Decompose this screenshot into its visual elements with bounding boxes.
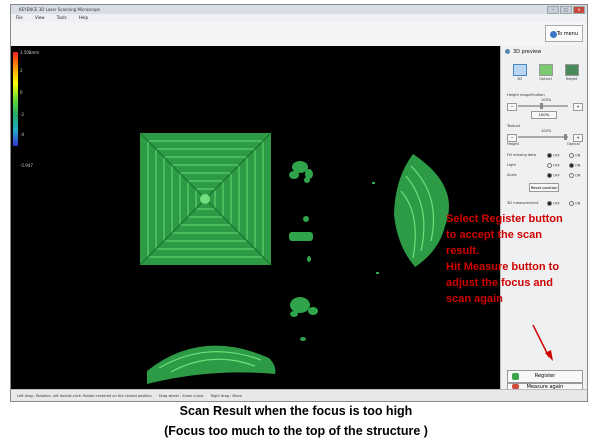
status-bar: Left drag : Rotation, left double-click:… [11, 389, 587, 401]
panel-title: 3D preview [513, 49, 542, 55]
3d-icon [512, 64, 527, 76]
height-icon [564, 64, 579, 76]
scale-off-radio[interactable]: OFF [547, 173, 560, 178]
radio-label: ON [575, 173, 581, 178]
measurement-on-radio[interactable]: ON [569, 201, 580, 206]
minus-button[interactable]: − [507, 134, 517, 142]
window-title: KEYENCE 3D Laser Scanning Microscope [19, 7, 100, 12]
mode-3d-button[interactable]: 3D [509, 64, 530, 82]
menu-bar: File View Tools Help [11, 14, 587, 22]
toolbar: To menu [11, 22, 587, 47]
light-off-radio[interactable]: OFF [547, 163, 560, 168]
height-magnification-value: 100% [541, 98, 552, 102]
register-label: Register [534, 373, 556, 379]
reset-magnification-button[interactable]: 100% [531, 111, 557, 119]
view-mode-group: 3D Optical Height [509, 64, 582, 82]
title-bar: KEYENCE 3D Laser Scanning Microscope – □… [11, 5, 587, 14]
light-label: Light [507, 163, 516, 167]
height-magnification-label: Height magnification [507, 93, 545, 97]
plus-button[interactable]: + [573, 103, 583, 111]
mode-label: Height [565, 77, 578, 81]
close-button[interactable]: × [573, 6, 585, 14]
plus-button[interactable]: + [573, 134, 583, 142]
menu-file[interactable]: File [16, 15, 23, 20]
menu-tools[interactable]: Tools [57, 15, 67, 20]
fill-missing-on-radio[interactable]: ON [569, 153, 580, 158]
globe-icon [550, 31, 557, 38]
bottom-dome-structure [147, 345, 276, 384]
annotation-line: Select Register button [446, 213, 563, 225]
menu-help[interactable]: Help [79, 15, 88, 20]
measurement-off-radio[interactable]: OFF [547, 201, 560, 206]
height-magnification-slider[interactable] [518, 105, 568, 107]
texture-slider[interactable] [518, 136, 568, 138]
light-on-radio[interactable]: ON [569, 163, 580, 168]
3d-viewport[interactable]: 3.508mm 2 0 -2 -4 -5.947 [11, 46, 500, 389]
to-menu-label: To menu [556, 31, 578, 37]
slider-thumb[interactable] [564, 134, 567, 140]
caption-line-1: Scan Result when the focus is too high [179, 404, 413, 418]
right-dome-structure [394, 154, 449, 267]
radio-label: OFF [553, 153, 560, 158]
minimize-button[interactable]: – [547, 6, 559, 14]
texture-label: Texture [507, 124, 521, 128]
scale-label: Scale [507, 173, 517, 177]
mode-label: Optical [539, 77, 552, 81]
to-menu-button[interactable]: To menu [545, 25, 583, 42]
radio-label: OFF [553, 173, 560, 178]
fill-missing-off-radio[interactable]: OFF [547, 153, 560, 158]
arrow-icon [532, 324, 553, 361]
optical-icon [538, 64, 553, 76]
texture-value: 100% [541, 129, 552, 133]
check-icon [512, 373, 519, 380]
preview-icon [505, 49, 510, 54]
caption-line-2: (Focus too much to the top of the struct… [164, 424, 428, 438]
reset-position-button[interactable]: Reset position [529, 183, 559, 192]
mode-label: 3D [517, 77, 522, 81]
maximize-button[interactable]: □ [560, 6, 572, 14]
radio-label: ON [575, 163, 581, 168]
radio-label: OFF [553, 163, 560, 168]
status-wheel: Drag wheel : Zoom in/out [158, 394, 204, 398]
scan-fragments [289, 161, 379, 341]
texture-left-label: Height [507, 142, 519, 146]
radio-label: ON [575, 153, 581, 158]
3d-measurement-label: 3D measurement [507, 201, 539, 205]
scale-on-radio[interactable]: ON [569, 173, 580, 178]
pyramid-structure [139, 132, 272, 266]
reset-position-label: Reset position [530, 185, 558, 190]
minus-button[interactable]: − [507, 103, 517, 111]
radio-label: OFF [553, 201, 560, 206]
panel-header: 3D preview [505, 49, 541, 55]
register-button[interactable]: Register [507, 370, 583, 383]
status-right-drag: Right drag : Move [210, 394, 242, 398]
annotation-line: Hit Measure button to [446, 261, 560, 273]
status-left-drag: Left drag : Rotation, left double-click:… [17, 394, 152, 398]
menu-view[interactable]: View [35, 15, 45, 20]
fill-missing-label: Fill missing data [507, 153, 536, 157]
app-window: KEYENCE 3D Laser Scanning Microscope – □… [10, 4, 588, 402]
mode-height-button[interactable]: Height [561, 64, 582, 82]
annotation-line: adjust the focus and [446, 277, 553, 289]
scan-render [139, 132, 449, 384]
slider-thumb[interactable] [540, 103, 543, 109]
annotation-line: scan again [446, 293, 503, 305]
texture-right-label: Optical [567, 142, 580, 146]
red-annotation: Select Register button to accept the sca… [446, 211, 592, 307]
radio-label: ON [575, 201, 581, 206]
annotation-line: to accept the scan [446, 229, 542, 241]
reset-magnification-label: 100% [538, 112, 550, 117]
annotation-line: result. [446, 245, 480, 257]
mode-optical-button[interactable]: Optical [535, 64, 556, 82]
